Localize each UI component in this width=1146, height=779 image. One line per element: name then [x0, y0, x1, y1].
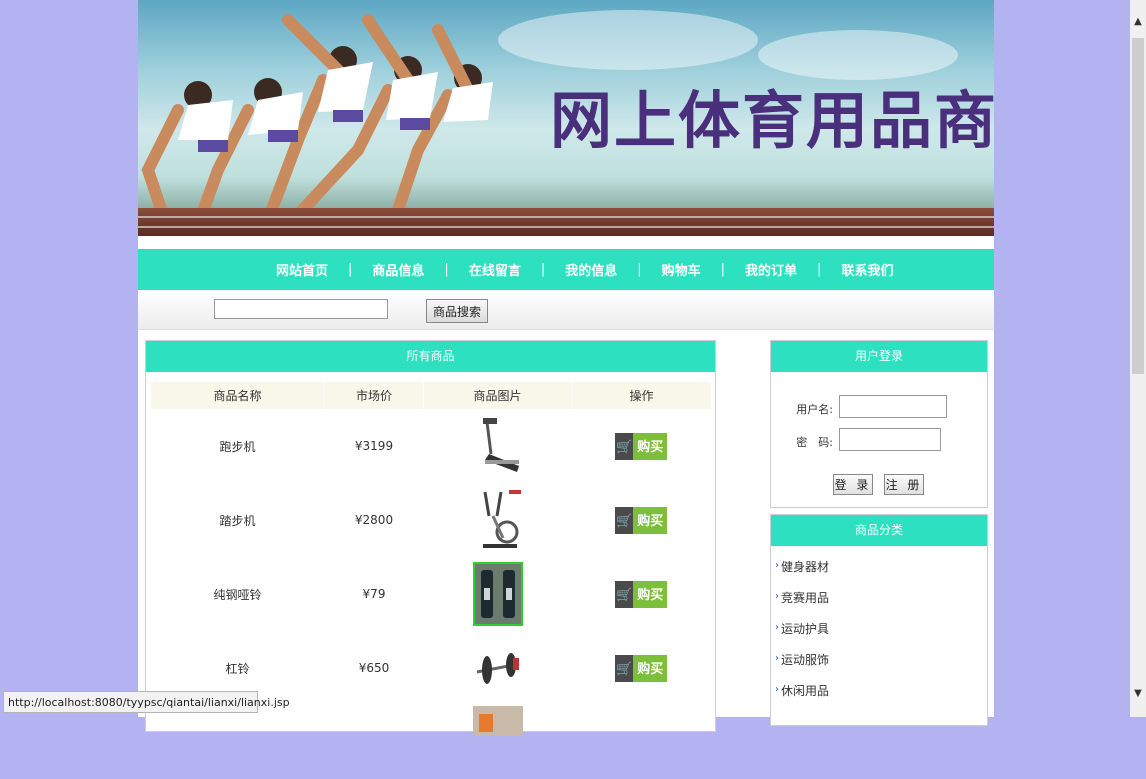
- product-search-button[interactable]: 商品搜索: [426, 299, 488, 323]
- buy-button-label: 购买: [633, 580, 668, 608]
- buy-button[interactable]: 🛒 购买: [615, 580, 668, 608]
- arrow-right-icon: ›: [775, 653, 779, 664]
- product-action-cell: 🛒 购买: [572, 557, 712, 631]
- nav-cart[interactable]: 购物车: [642, 260, 721, 279]
- product-price: ¥3199: [354, 439, 394, 453]
- arrow-right-icon: ›: [775, 684, 779, 695]
- product-image-cell: [424, 409, 572, 483]
- product-image-cell: [424, 705, 572, 779]
- category-label: 休闲用品: [781, 684, 830, 698]
- table-row: 踏步机 ¥2800 🛒 购买: [151, 483, 712, 557]
- category-item[interactable]: › 运动护具: [775, 620, 829, 651]
- runners-illustration: [141, 14, 493, 236]
- password-label: 密 码:: [796, 436, 833, 449]
- nav-my-orders[interactable]: 我的订单: [725, 260, 817, 279]
- cart-icon: 🛒: [615, 580, 634, 608]
- main-navigation: 网站首页 | 商品信息 | 在线留言 | 我的信息 | 购物车 | 我的订单 |…: [138, 249, 994, 290]
- column-header-price: 市场价: [324, 382, 424, 409]
- username-label: 用户名:: [796, 403, 833, 416]
- status-bar-url: http://localhost:8080/tyypsc/qiantai/lia…: [3, 691, 290, 713]
- product-action-cell: 🛒 购买: [572, 631, 712, 705]
- table-row: 跑步机 ¥3199 🛒 购买: [151, 409, 712, 483]
- buy-button-label: 购买: [633, 654, 668, 682]
- dumbbell-image[interactable]: [472, 562, 523, 626]
- table-row: [151, 705, 712, 779]
- column-header-action: 操作: [571, 382, 711, 409]
- vertical-scrollbar[interactable]: ▲ ▼: [1130, 0, 1146, 717]
- arrow-right-icon: ›: [775, 622, 779, 633]
- buy-button[interactable]: 🛒 购买: [615, 654, 668, 682]
- product-image-cell: [424, 557, 572, 631]
- username-field[interactable]: [839, 395, 947, 418]
- product-price: ¥79: [362, 587, 386, 601]
- table-row: 纯钢哑铃 ¥79 🛒 购买: [151, 557, 712, 631]
- product-image-cell: [424, 483, 572, 557]
- nav-contact[interactable]: 联系我们: [821, 260, 913, 279]
- nav-products[interactable]: 商品信息: [352, 260, 444, 279]
- login-button[interactable]: 登 录: [833, 474, 873, 495]
- column-header-name: 商品名称: [150, 382, 325, 409]
- nav-home[interactable]: 网站首页: [256, 260, 348, 279]
- page-container: 网上体育用品商城 网站首页 | 商品信息 | 在线留言 | 我的信息 | 购物车…: [138, 0, 994, 736]
- track-strip: [138, 208, 994, 236]
- nav-my-info[interactable]: 我的信息: [545, 260, 637, 279]
- category-item[interactable]: › 竞赛用品: [775, 589, 829, 620]
- password-field[interactable]: [839, 428, 941, 451]
- product-price: ¥650: [358, 661, 390, 675]
- product-action-cell: 🛒 购买: [572, 409, 712, 483]
- scroll-up-icon[interactable]: ▲: [1130, 14, 1146, 30]
- arrow-right-icon: ›: [775, 560, 779, 571]
- track-lane-line: [138, 226, 994, 228]
- categories-panel-heading: 商品分类: [771, 515, 987, 546]
- category-label: 健身器材: [781, 560, 830, 574]
- nav-messages[interactable]: 在线留言: [449, 260, 541, 279]
- scrollbar-thumb[interactable]: [1132, 38, 1144, 374]
- category-label: 竞赛用品: [781, 591, 830, 605]
- product-categories-panel: 商品分类 › 健身器材 › 竞赛用品 › 运动护具 › 运动服饰 › 休闲用品: [770, 514, 988, 726]
- category-item[interactable]: › 运动服饰: [775, 651, 829, 682]
- track-lane-line: [138, 216, 994, 218]
- cart-icon: 🛒: [615, 506, 634, 534]
- product-name: 踏步机: [219, 513, 256, 528]
- products-panel-heading: 所有商品: [146, 341, 715, 372]
- user-login-panel: 用户登录 用户名: 密 码: 登 录 注 册: [770, 340, 988, 508]
- register-button[interactable]: 注 册: [884, 474, 924, 495]
- search-input[interactable]: [214, 299, 388, 319]
- buy-button[interactable]: 🛒 购买: [615, 432, 668, 460]
- treadmill-image[interactable]: [472, 414, 523, 478]
- buy-button-label: 购买: [633, 506, 668, 534]
- cart-icon: 🛒: [615, 432, 634, 460]
- cart-icon: 🛒: [615, 654, 634, 682]
- product-price: ¥2800: [354, 513, 394, 527]
- column-header-image: 商品图片: [423, 382, 572, 409]
- product-name: 纯钢哑铃: [213, 587, 262, 602]
- category-list: › 健身器材 › 竞赛用品 › 运动护具 › 运动服饰 › 休闲用品: [775, 558, 829, 713]
- site-title: 网上体育用品商城: [550, 84, 994, 157]
- all-products-panel: 所有商品 商品名称 市场价 商品图片 操作 跑步机 ¥3199 🛒 购买 踏步机…: [145, 340, 716, 736]
- product-action-cell: 🛒 购买: [572, 483, 712, 557]
- product-name: 跑步机: [219, 439, 256, 454]
- product-image-partial[interactable]: [472, 706, 523, 736]
- category-item[interactable]: › 休闲用品: [775, 682, 829, 713]
- barbell-image[interactable]: [472, 636, 523, 700]
- arrow-right-icon: ›: [775, 591, 779, 602]
- category-label: 运动服饰: [781, 653, 830, 667]
- buy-button-label: 购买: [633, 432, 668, 460]
- search-bar: 商品搜索: [138, 291, 994, 330]
- products-table: 商品名称 市场价 商品图片 操作 跑步机 ¥3199 🛒 购买 踏步机 ¥280…: [150, 382, 711, 779]
- buy-button[interactable]: 🛒 购买: [615, 506, 668, 534]
- login-panel-heading: 用户登录: [771, 341, 987, 372]
- scroll-down-icon[interactable]: ▼: [1130, 686, 1146, 702]
- site-banner: 网上体育用品商城: [138, 0, 994, 236]
- category-item[interactable]: › 健身器材: [775, 558, 829, 589]
- product-image-cell: [424, 631, 572, 705]
- category-label: 运动护具: [781, 622, 830, 636]
- elliptical-image[interactable]: [472, 488, 523, 552]
- table-header-row: 商品名称 市场价 商品图片 操作: [150, 382, 711, 409]
